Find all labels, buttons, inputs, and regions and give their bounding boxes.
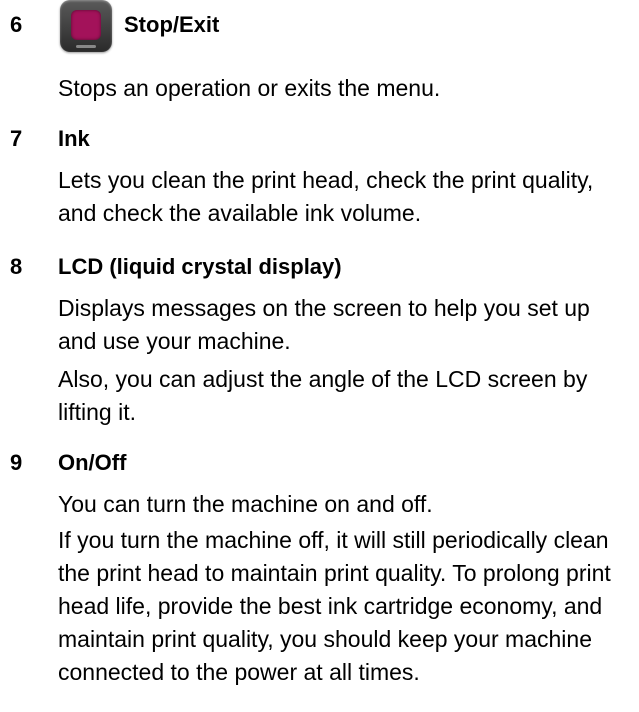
stop-exit-key-face	[71, 10, 101, 40]
item-description: Displays messages on the screen to help …	[58, 295, 590, 354]
item-number: 6	[10, 12, 23, 37]
item-number: 8	[10, 254, 23, 279]
item-title: Ink	[58, 126, 90, 151]
item-description: Lets you clean the print head, check the…	[58, 167, 594, 226]
stop-exit-key-highlight	[76, 45, 96, 48]
item-number: 7	[10, 126, 23, 151]
stop-exit-key-icon	[60, 0, 112, 52]
item-title: On/Off	[58, 450, 127, 475]
item-number: 9	[10, 450, 23, 475]
item-description: Stops an operation or exits the menu.	[58, 75, 441, 101]
item-title: Stop/Exit	[124, 12, 220, 37]
item-title: LCD (liquid crystal display)	[58, 254, 342, 279]
item-description: Also, you can adjust the angle of the LC…	[58, 366, 588, 425]
item-description: If you turn the machine off, it will sti…	[58, 527, 611, 685]
item-description: You can turn the machine on and off.	[58, 491, 433, 517]
